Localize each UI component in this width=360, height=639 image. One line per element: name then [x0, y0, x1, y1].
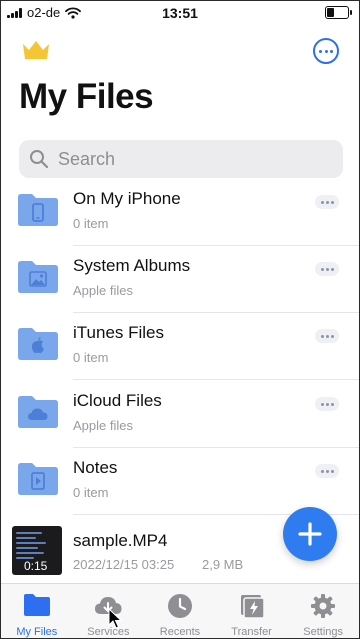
- item-size: 2,9 MB: [202, 557, 244, 572]
- search-icon: [30, 150, 49, 169]
- item-more-button[interactable]: [315, 262, 339, 276]
- video-duration: 0:15: [24, 559, 48, 573]
- item-name: System Albums: [73, 256, 191, 275]
- dot-icon: [324, 49, 328, 53]
- folder-notes-icon: [18, 463, 58, 495]
- dot-icon: [319, 49, 322, 53]
- item-more-button[interactable]: [315, 397, 339, 411]
- app-frame: o2-de 13:51 My Files On My iPhone: [0, 0, 360, 639]
- dot-icon: [330, 49, 333, 53]
- tab-label: Recents: [159, 626, 201, 638]
- item-subtitle: 0 item: [73, 485, 109, 500]
- item-name: iCloud Files: [73, 391, 162, 410]
- folder-apple-icon: [18, 328, 58, 360]
- more-options-button[interactable]: [313, 38, 339, 64]
- transfer-icon: [240, 595, 265, 619]
- page-title: My Files: [19, 77, 154, 116]
- item-name: Notes: [73, 458, 118, 477]
- tab-settings[interactable]: Settings: [287, 584, 359, 638]
- crown-icon[interactable]: [21, 39, 51, 61]
- list-item-notes[interactable]: Notes 0 item: [1, 448, 359, 515]
- item-name: sample.MP4: [73, 531, 168, 550]
- list-item-system-albums[interactable]: System Albums Apple files: [1, 246, 359, 313]
- status-bar: o2-de 13:51: [1, 1, 359, 25]
- tab-label: My Files: [16, 626, 58, 638]
- divider: [73, 379, 359, 380]
- tab-my-files[interactable]: My Files: [1, 584, 73, 638]
- item-more-button[interactable]: [315, 195, 339, 209]
- item-more-button[interactable]: [315, 464, 339, 478]
- status-time: 13:51: [162, 5, 198, 21]
- tab-label: Settings: [303, 626, 344, 638]
- search-bar[interactable]: [19, 140, 343, 178]
- tab-label: Transfer: [231, 626, 272, 638]
- add-button[interactable]: [283, 507, 337, 561]
- item-date: 2022/12/15 03:25: [73, 557, 175, 572]
- folder-cloud-icon: [18, 396, 58, 428]
- tab-transfer[interactable]: Transfer: [216, 584, 288, 638]
- folder-phone-icon: [18, 194, 58, 226]
- battery-icon: [325, 6, 352, 19]
- clock-icon: [167, 594, 192, 618]
- folder-icon: [23, 594, 50, 616]
- folder-photo-icon: [18, 261, 58, 293]
- list-item-itunes-files[interactable]: iTunes Files 0 item: [1, 313, 359, 380]
- mouse-cursor-icon: [108, 608, 122, 629]
- tab-bar: My Files Services Recents Transfer Setti…: [1, 583, 359, 638]
- tab-recents[interactable]: Recents: [144, 584, 216, 638]
- plus-icon: [298, 522, 322, 546]
- item-more-button[interactable]: [315, 329, 339, 343]
- search-input[interactable]: [56, 147, 320, 171]
- item-name: iTunes Files: [73, 323, 165, 342]
- item-subtitle: Apple files: [73, 283, 133, 298]
- item-subtitle: 0 item: [73, 350, 109, 365]
- list-item-icloud-files[interactable]: iCloud Files Apple files: [1, 381, 359, 448]
- list-item-on-my-iphone[interactable]: On My iPhone 0 item: [1, 179, 359, 246]
- gear-icon: [311, 594, 336, 618]
- item-subtitle: 0 item: [73, 216, 109, 231]
- video-thumbnail: 0:15: [12, 526, 62, 575]
- item-subtitle: Apple files: [73, 418, 133, 433]
- item-name: On My iPhone: [73, 189, 181, 208]
